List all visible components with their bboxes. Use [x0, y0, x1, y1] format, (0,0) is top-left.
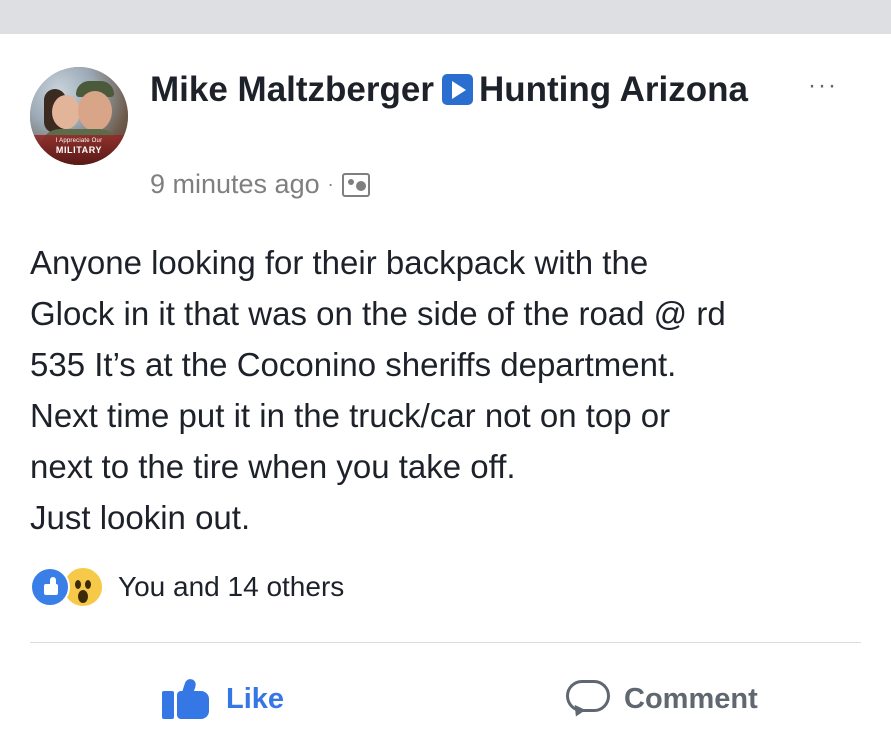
post-text-line: Just lookin out. — [30, 499, 251, 536]
post-timestamp[interactable]: 9 minutes ago — [150, 169, 320, 200]
like-reaction-icon — [30, 567, 70, 607]
post-text-line: next to the tire when you take off. — [30, 448, 516, 485]
post-text-line: Anyone looking for their backpack with t… — [30, 244, 649, 281]
post-header: Mike Maltzberger Hunting Arizona — [150, 68, 770, 111]
feed-post: I Appreciate Our MILITARY Mike Maltzberg… — [0, 34, 891, 750]
group-name[interactable]: Hunting Arizona — [479, 70, 748, 109]
play-arrow-icon — [441, 74, 473, 105]
post-meta: 9 minutes ago · — [150, 169, 370, 200]
avatar-badge-small-text: I Appreciate Our — [55, 138, 103, 144]
divider — [30, 642, 861, 643]
reactions-summary[interactable]: You and 14 others — [30, 566, 344, 608]
avatar-badge-big-text: MILITARY — [55, 145, 103, 155]
photo-icon — [341, 172, 370, 197]
post-actions: Like Comment — [0, 664, 891, 734]
like-button[interactable]: Like — [162, 664, 284, 734]
post-text: Anyone looking for their backpack with t… — [30, 237, 875, 543]
comment-bubble-icon — [566, 680, 610, 720]
author-name[interactable]: Mike Maltzberger — [150, 70, 434, 109]
more-options-button[interactable]: ··· — [800, 74, 846, 98]
comment-button[interactable]: Comment — [566, 664, 758, 734]
like-label: Like — [226, 682, 285, 715]
author-avatar[interactable]: I Appreciate Our MILITARY — [30, 67, 128, 165]
reaction-count-text[interactable]: You and 14 others — [118, 571, 344, 603]
top-gray-strip — [0, 0, 891, 34]
post-text-line: 535 It’s at the Coconino sheriffs depart… — [30, 346, 677, 383]
post-text-line: Glock in it that was on the side of the … — [30, 295, 726, 332]
comment-label: Comment — [624, 682, 758, 715]
avatar-badge: I Appreciate Our MILITARY — [30, 135, 128, 165]
meta-separator: · — [327, 174, 334, 194]
thumbs-up-icon — [162, 677, 212, 719]
post-text-line: Next time put it in the truck/car not on… — [30, 397, 671, 434]
